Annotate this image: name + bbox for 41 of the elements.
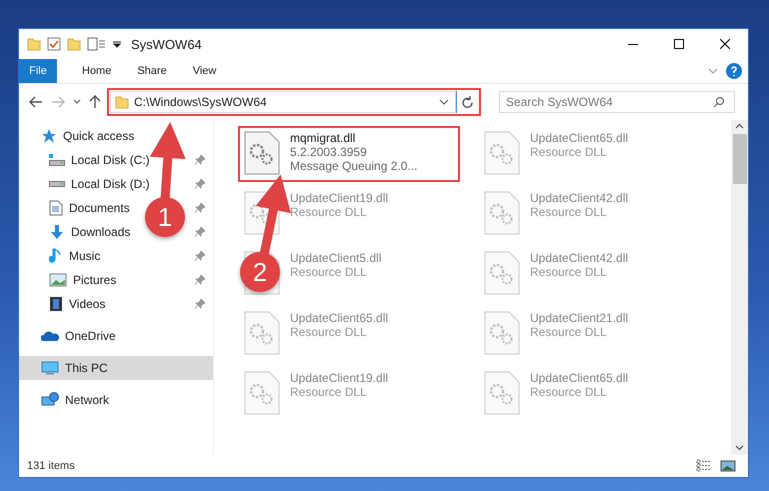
file-detail: Resource DLL	[530, 325, 608, 339]
file-name[interactable]: UpdateClient19.dll	[290, 191, 388, 205]
sidebar-item[interactable]: Music	[69, 249, 100, 263]
sidebar-item[interactable]: Downloads	[71, 225, 130, 239]
ribbon-tab[interactable]: Home	[69, 59, 124, 83]
ribbon-tab[interactable]: Share	[124, 59, 180, 83]
sidebar-item[interactable]: Local Disk (C:)	[71, 153, 150, 167]
file-detail: Resource DLL	[290, 385, 368, 399]
sidebar-item[interactable]: Network	[65, 393, 110, 407]
file-detail: Resource DLL	[290, 205, 368, 219]
sidebar-item[interactable]: OneDrive	[65, 329, 116, 343]
sidebar-item[interactable]: Documents	[69, 201, 130, 215]
file-tile[interactable]: mqmigrat.dll 5.2.2003.3959 Message Queuing 2.0...	[238, 126, 460, 182]
file-menu-button[interactable]: File	[19, 59, 57, 83]
sidebar-item[interactable]: Quick access	[63, 129, 134, 143]
file-name[interactable]: mqmigrat.dll	[290, 131, 418, 145]
file-detail: 5.2.2003.3959	[290, 145, 368, 159]
file-name[interactable]: UpdateClient5.dll	[290, 251, 382, 265]
item-count: 131 items	[27, 460, 75, 472]
ribbon-tab[interactable]: View	[180, 59, 230, 83]
sidebar-item[interactable]: Local Disk (D:)	[71, 177, 150, 191]
file-name[interactable]: UpdateClient21.dll	[530, 311, 628, 325]
file-detail: Message Queuing 2.0...	[290, 159, 418, 173]
window-title: SysWOW64	[131, 36, 202, 52]
address-field[interactable]: C:\Windows\SysWOW64	[110, 91, 456, 113]
file-name[interactable]: UpdateClient19.dll	[290, 371, 388, 385]
file-detail: Resource DLL	[530, 265, 608, 279]
file-name[interactable]: UpdateClient42.dll	[530, 251, 628, 265]
file-detail: Resource DLL	[530, 385, 608, 399]
file-detail: Resource DLL	[290, 265, 368, 279]
file-name[interactable]: UpdateClient65.dll	[290, 311, 388, 325]
file-detail: Resource DLL	[530, 205, 608, 219]
search-field[interactable]: Search SysWOW64	[499, 91, 735, 113]
sidebar-item[interactable]: Pictures	[73, 273, 116, 287]
sidebar-item[interactable]: Videos	[69, 297, 106, 311]
file-name[interactable]: UpdateClient42.dll	[530, 191, 628, 205]
file-detail: Resource DLL	[530, 145, 608, 159]
file-name[interactable]: UpdateClient65.dll	[530, 371, 628, 385]
file-detail: Resource DLL	[290, 325, 368, 339]
file-name[interactable]: UpdateClient65.dll	[530, 131, 628, 145]
sidebar-item[interactable]: This PC	[19, 356, 213, 380]
